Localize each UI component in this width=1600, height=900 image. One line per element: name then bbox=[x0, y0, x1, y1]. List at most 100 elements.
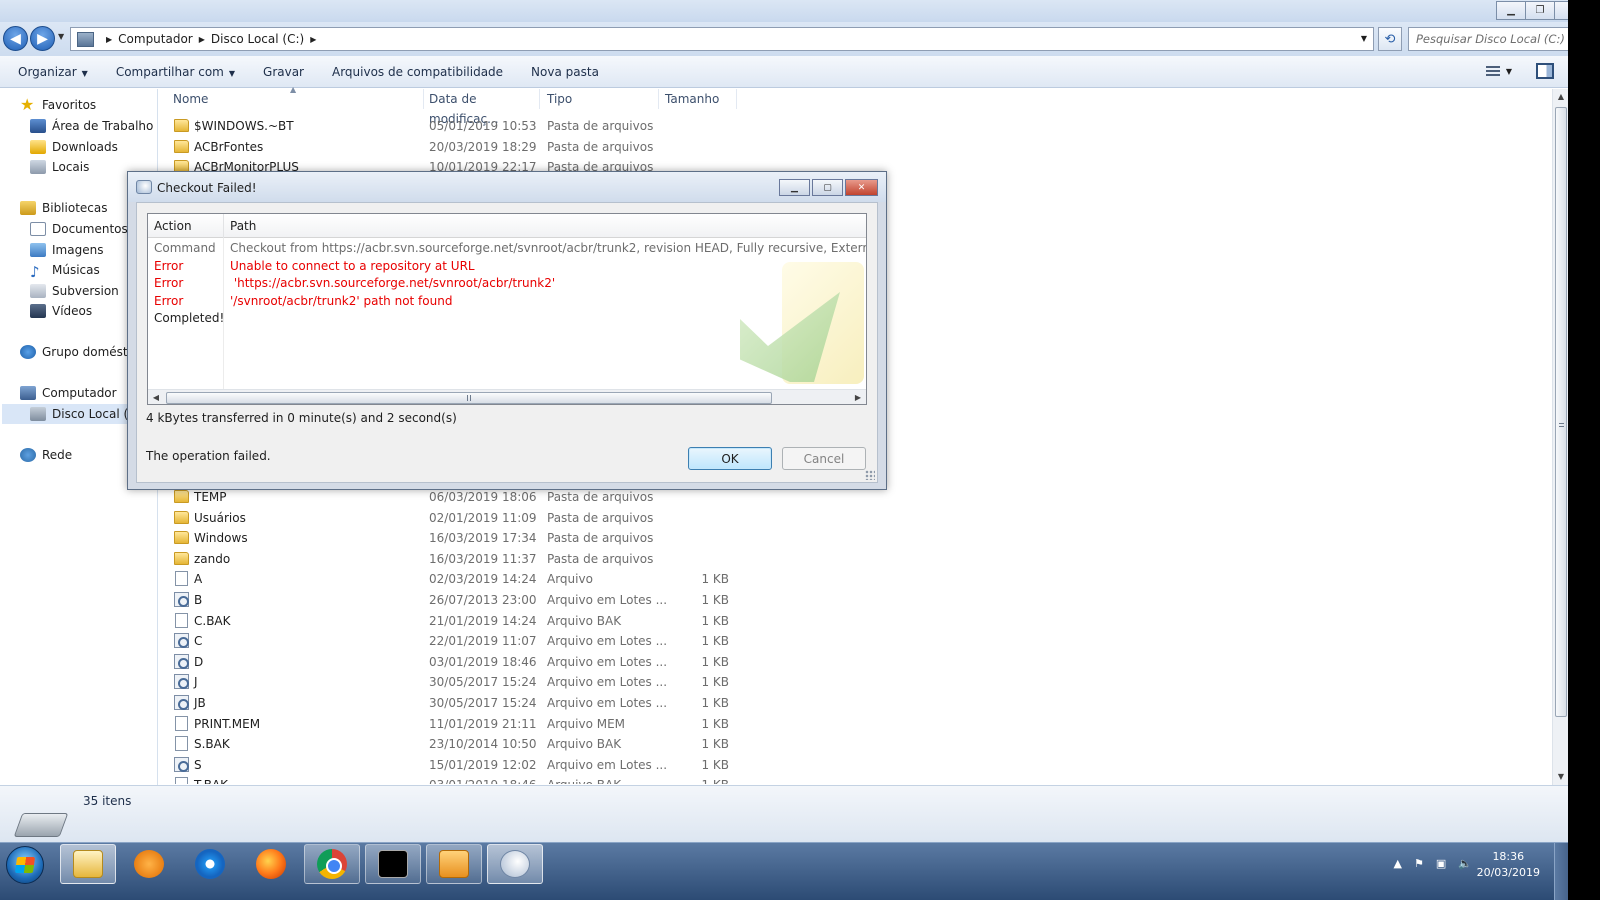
nav-music[interactable]: ♪ Músicas bbox=[30, 260, 100, 281]
file-row[interactable]: zando 16/03/2019 11:37 Pasta de arquivos bbox=[159, 549, 759, 570]
back-button[interactable]: ◀ bbox=[3, 26, 28, 51]
nav-places[interactable]: Locais bbox=[30, 157, 89, 177]
search-input[interactable]: Pesquisar Disco Local (C:) bbox=[1408, 27, 1594, 51]
taskbar-tortoisesvn-button[interactable] bbox=[487, 844, 543, 884]
nav-desktop[interactable]: Área de Trabalho bbox=[30, 116, 153, 136]
file-row[interactable]: A 02/03/2019 14:24 Arquivo 1 KB bbox=[159, 569, 759, 590]
chevron-down-icon[interactable]: ▼ bbox=[1506, 67, 1512, 76]
burn-button[interactable]: Gravar bbox=[263, 65, 304, 79]
nav-videos[interactable]: Vídeos bbox=[30, 301, 92, 321]
recent-pages-dropdown[interactable]: ▼ bbox=[58, 32, 64, 41]
desktop-icon bbox=[30, 119, 46, 133]
taskbar-chrome-button[interactable] bbox=[304, 844, 360, 884]
share-with-button[interactable]: Compartilhar com ▼ bbox=[116, 65, 235, 79]
address-dropdown-icon[interactable]: ▼ bbox=[1361, 34, 1367, 43]
change-view-icon[interactable] bbox=[1485, 65, 1500, 77]
file-row[interactable]: S.BAK 23/10/2014 10:50 Arquivo BAK 1 KB bbox=[159, 734, 759, 755]
log-row-command[interactable]: Command Checkout from https://acbr.svn.s… bbox=[148, 240, 866, 258]
dialog-close-button[interactable]: ✕ bbox=[845, 179, 878, 196]
scroll-up-icon[interactable]: ▲ bbox=[1553, 89, 1569, 105]
file-row[interactable]: TEMP 06/03/2019 18:06 Pasta de arquivos bbox=[159, 487, 759, 508]
action-center-flag-icon[interactable]: ⚑ bbox=[1414, 857, 1424, 870]
taskbar-explorer-button[interactable] bbox=[60, 844, 116, 884]
nav-pictures[interactable]: Imagens bbox=[30, 240, 103, 260]
action-log-hscrollbar[interactable]: ◀ ▶ bbox=[148, 389, 866, 404]
file-row[interactable]: T.BAK 03/01/2019 18:46 Arquivo BAK 1 KB bbox=[159, 775, 759, 784]
taskbar-internet-explorer-button[interactable] bbox=[182, 844, 238, 884]
breadcrumb-computador[interactable]: Computador bbox=[118, 32, 193, 46]
scroll-right-icon[interactable]: ▶ bbox=[850, 390, 866, 404]
taskbar-firefox-button[interactable] bbox=[243, 844, 299, 884]
batch-file-icon bbox=[174, 695, 189, 710]
nav-documents[interactable]: Documentos bbox=[30, 219, 128, 239]
file-type: Pasta de arquivos bbox=[547, 510, 654, 525]
scroll-down-icon[interactable]: ▼ bbox=[1553, 769, 1569, 785]
restore-button[interactable]: ❐ bbox=[1525, 1, 1555, 20]
column-date-modified[interactable]: Data de modificaç... bbox=[415, 89, 540, 126]
hscrollbar-thumb[interactable] bbox=[166, 392, 772, 404]
file-row[interactable]: C 22/01/2019 11:07 Arquivo em Lotes ... 1 K… bbox=[159, 631, 759, 652]
cancel-button[interactable]: Cancel bbox=[782, 447, 866, 470]
organize-button[interactable]: Organizar ▼ bbox=[18, 65, 88, 79]
new-folder-button[interactable]: Nova pasta bbox=[531, 65, 599, 79]
column-action[interactable]: Action bbox=[148, 214, 224, 238]
file-list-scrollbar[interactable]: ▲ ▼ bbox=[1552, 89, 1568, 785]
nav-computer[interactable]: Computador bbox=[20, 383, 117, 403]
breadcrumb-separator-icon[interactable]: ▶ bbox=[106, 35, 112, 44]
file-row[interactable]: $WINDOWS.~BT 05/01/2019 10:53 Pasta de a… bbox=[159, 116, 759, 137]
start-button[interactable] bbox=[6, 846, 44, 884]
file-row[interactable]: ACBrFontes 20/03/2019 18:29 Pasta de arq… bbox=[159, 137, 759, 158]
column-path[interactable]: Path bbox=[224, 214, 866, 238]
log-row-error[interactable]: Error 'https://acbr.svn.sourceforge.net/… bbox=[148, 275, 866, 293]
show-hidden-icons-icon[interactable]: ▲ bbox=[1394, 857, 1402, 870]
scrollbar-thumb[interactable] bbox=[1555, 107, 1567, 717]
action-log-list[interactable]: Action Path Command Checkout from https:… bbox=[147, 213, 867, 405]
show-desktop-button[interactable] bbox=[1554, 843, 1568, 900]
nav-downloads[interactable]: Downloads bbox=[30, 137, 118, 157]
nav-subversion[interactable]: Subversion bbox=[30, 281, 119, 301]
network-status-icon[interactable]: ▣ bbox=[1436, 857, 1446, 870]
log-row-error[interactable]: Error Unable to connect to a repository … bbox=[148, 258, 866, 276]
log-row-error[interactable]: Error '/svnroot/acbr/trunk2' path not fo… bbox=[148, 293, 866, 311]
preview-pane-icon[interactable] bbox=[1536, 63, 1554, 79]
taskbar-outlook-button[interactable] bbox=[426, 844, 482, 884]
file-row[interactable]: B 26/07/2013 23:00 Arquivo em Lotes ... 1 K… bbox=[159, 590, 759, 611]
dialog-maximize-button[interactable]: ▢ bbox=[812, 179, 843, 196]
file-row[interactable]: D 03/01/2019 18:46 Arquivo em Lotes ... 1 K… bbox=[159, 652, 759, 673]
file-date: 11/01/2019 21:11 bbox=[429, 716, 537, 731]
column-size[interactable]: Tamanho bbox=[651, 89, 737, 109]
address-bar[interactable]: ▶ Computador ▶ Disco Local (C:) ▶ ▼ bbox=[70, 27, 1374, 51]
breadcrumb-separator-icon[interactable]: ▶ bbox=[199, 35, 205, 44]
nav-favorites[interactable]: ★ Favoritos bbox=[20, 95, 96, 115]
forward-button[interactable]: ▶ bbox=[30, 26, 55, 51]
compatibility-files-button[interactable]: Arquivos de compatibilidade bbox=[332, 65, 503, 79]
file-row[interactable]: J 30/05/2017 15:24 Arquivo em Lotes ... 1 K… bbox=[159, 672, 759, 693]
volume-icon[interactable]: 🔈 bbox=[1458, 857, 1472, 870]
nav-libraries[interactable]: Bibliotecas bbox=[20, 198, 107, 218]
refresh-button[interactable]: ⟲ bbox=[1378, 27, 1402, 51]
dialog-title-bar[interactable]: Checkout Failed! ▁ ▢ ✕ bbox=[128, 172, 886, 202]
dialog-minimize-button[interactable]: ▁ bbox=[779, 179, 810, 196]
nav-network[interactable]: Rede bbox=[20, 445, 72, 465]
breadcrumb-local-disk[interactable]: Disco Local (C:) bbox=[211, 32, 304, 46]
file-row[interactable]: PRINT.MEM 11/01/2019 21:11 Arquivo MEM 1 KB bbox=[159, 714, 759, 735]
log-row-completed[interactable]: Completed! bbox=[148, 310, 866, 328]
column-type[interactable]: Tipo bbox=[533, 89, 659, 109]
file-row[interactable]: JB 30/05/2017 15:24 Arquivo em Lotes ... 1 … bbox=[159, 693, 759, 714]
batch-file-icon bbox=[174, 653, 189, 669]
file-row[interactable]: C.BAK 21/01/2019 14:24 Arquivo BAK 1 KB bbox=[159, 611, 759, 632]
ok-button[interactable]: OK bbox=[688, 447, 772, 470]
explorer-title-bar: ▁ ❐ ✕ bbox=[0, 0, 1600, 22]
item-count: 35 itens bbox=[83, 794, 132, 808]
taskbar-media-player-button[interactable] bbox=[121, 844, 177, 884]
breadcrumb-separator-icon[interactable]: ▶ bbox=[310, 35, 316, 44]
minimize-button[interactable]: ▁ bbox=[1496, 1, 1526, 20]
file-row[interactable]: Usuários 02/01/2019 11:09 Pasta de arquivo… bbox=[159, 508, 759, 529]
taskbar-cmd-button[interactable] bbox=[365, 844, 421, 884]
resize-grip-icon[interactable] bbox=[865, 470, 875, 480]
taskbar-clock[interactable]: 18:36 20/03/2019 bbox=[1477, 849, 1540, 881]
scroll-left-icon[interactable]: ◀ bbox=[148, 390, 164, 404]
file-icon bbox=[175, 777, 188, 784]
file-row[interactable]: S 15/01/2019 12:02 Arquivo em Lotes ... 1 K… bbox=[159, 755, 759, 776]
file-row[interactable]: Windows 16/03/2019 17:34 Pasta de arquivos bbox=[159, 528, 759, 549]
